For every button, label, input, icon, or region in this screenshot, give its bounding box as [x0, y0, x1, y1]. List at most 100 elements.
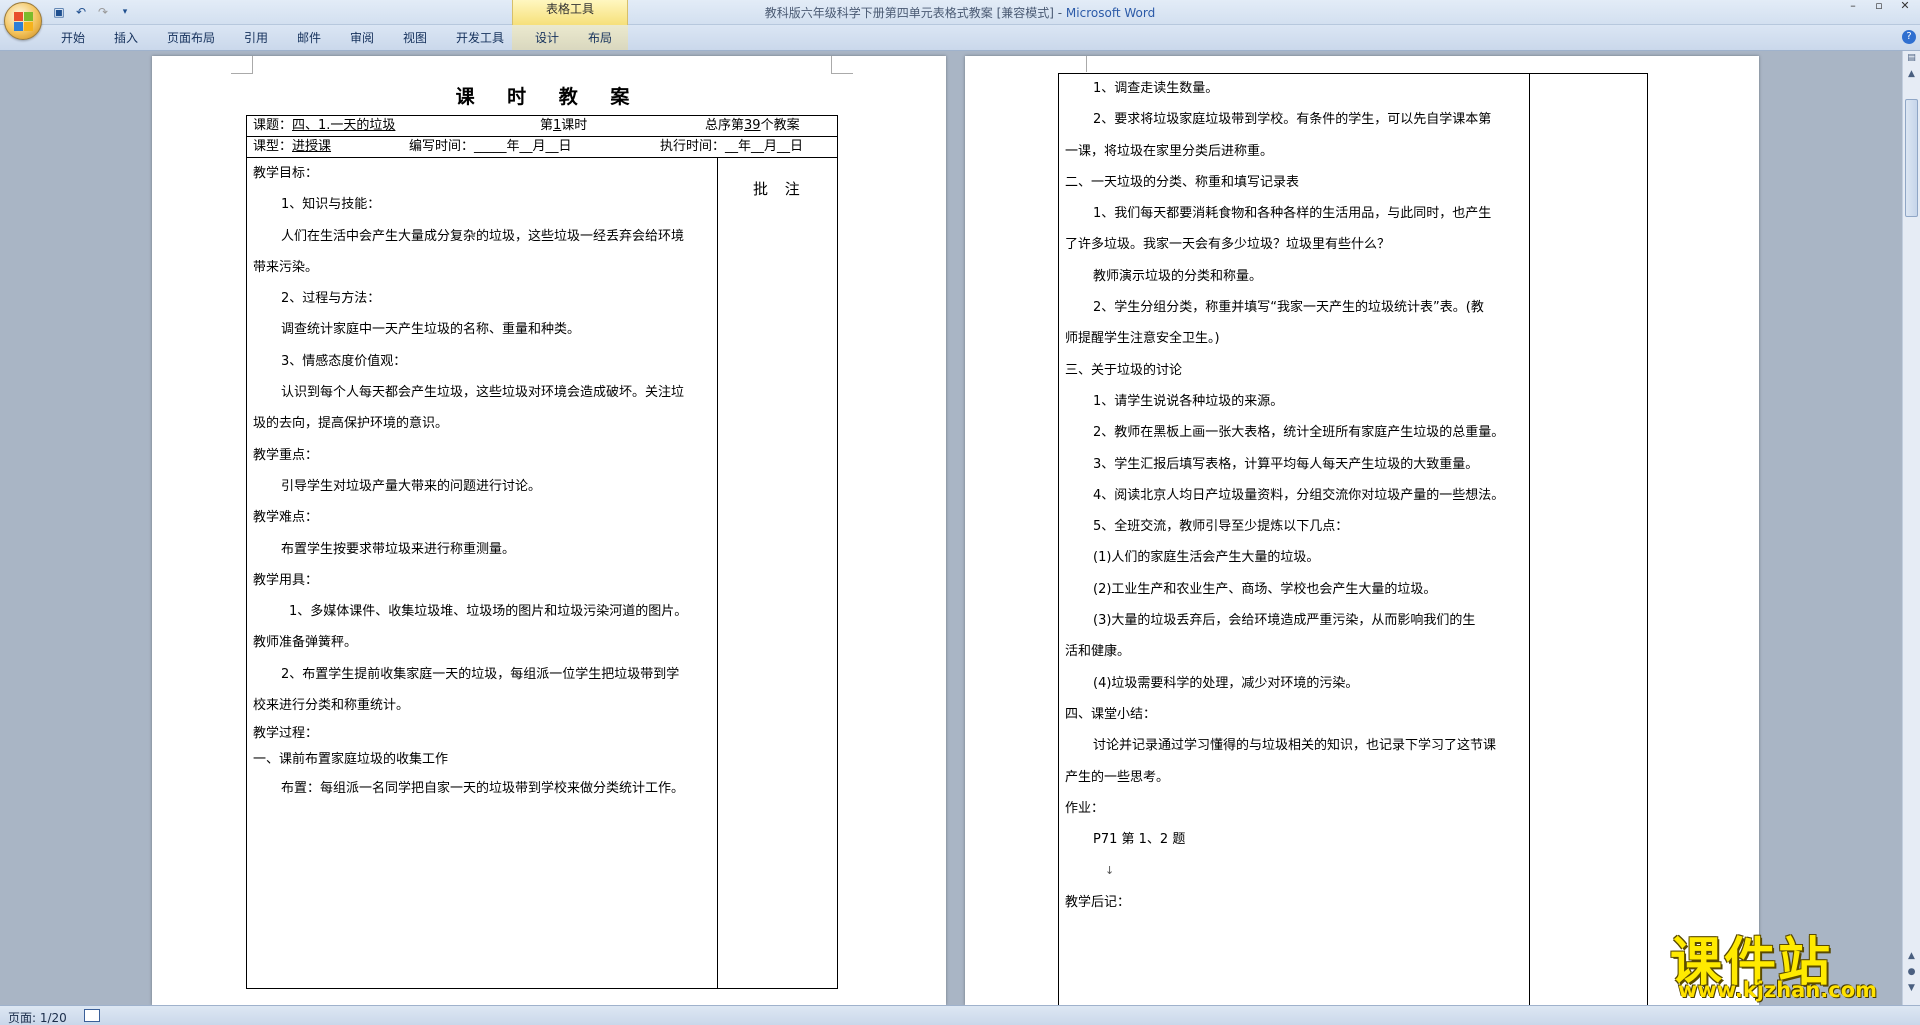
vertical-scrollbar[interactable]: ▤ ▲ ▲ ● ▼ [1902, 51, 1920, 1006]
section-heading: 教学重点： [253, 447, 319, 463]
section-heading: 四、课堂小结： [1065, 706, 1157, 722]
header-type: 课型：进授课 [253, 137, 331, 157]
header-exec-time: 执行时间：__年__月__日 [660, 139, 804, 154]
body-line: 2、要求将垃圾家庭垃圾带到学校。有条件的学生，可以先自学课本第 [1093, 112, 1492, 128]
body-line: 教师演示垃圾的分类和称量。 [1093, 268, 1263, 284]
body-line: 引导学生对垃圾产量大带来的问题进行讨论。 [281, 478, 542, 494]
title-bar: ▣ ↶ ↷ ▾ 表格工具 教科版六年级科学下册第四单元表格式教案 [兼容模式] … [0, 0, 1920, 25]
total-suffix: 个教案 [760, 118, 800, 133]
body-line: 圾的去向，提高保护环境的意识。 [253, 416, 449, 432]
close-icon[interactable]: ✕ [1892, 0, 1918, 14]
document-title: 教科版六年级科学下册第四单元表格式教案 [兼容模式] - [764, 6, 1066, 20]
section-heading: 教学难点： [253, 510, 319, 526]
body-line: 带来污染。 [253, 259, 319, 275]
tab-design[interactable]: 设计 [535, 29, 559, 46]
office-button[interactable] [4, 2, 42, 40]
ruler-toggle-icon[interactable]: ▤ [1905, 53, 1918, 67]
section-heading: 三、关于垃圾的讨论 [1065, 362, 1183, 378]
window-title: 教科版六年级科学下册第四单元表格式教案 [兼容模式] - Microsoft W… [0, 4, 1920, 21]
body-line: 布置：每组派一名同学把自家一天的垃圾带到学校来做分类统计工作。 [281, 781, 685, 797]
body-line: 讨论并记录通过学习懂得的与垃圾相关的知识，也记录下学习了这节课 [1093, 738, 1497, 754]
body-line: 3、学生汇报后填写表格，计算平均每人每天产生垃圾的大致重量。 [1093, 456, 1479, 472]
ribbon-tabs: 开始 插入 页面布局 引用 邮件 审阅 视图 开发工具 设计 布局 ? [0, 25, 1920, 51]
body-line: 2、学生分组分类，称重并填写“我家一天产生的垃圾统计表”表。(教 [1093, 300, 1484, 316]
tab-review[interactable]: 审阅 [350, 29, 374, 46]
scroll-thumb[interactable] [1905, 99, 1918, 217]
header-write-time: 编写时间：_____年__月__日 [409, 139, 572, 154]
body-line: 一课，将垃圾在家里分类后进称重。 [1065, 143, 1274, 159]
body-line: 3、情感态度价值观： [281, 353, 407, 369]
body-line: 2、布置学生提前收集家庭一天的垃圾，每组派一位学生把垃圾带到学 [281, 666, 680, 682]
type-label: 课型： [253, 139, 293, 154]
tab-home[interactable]: 开始 [61, 29, 85, 46]
lesson-prefix: 第 [540, 118, 554, 133]
page-title: 课 时 教 案 [455, 86, 643, 108]
body-line: 5、全班交流，教师引导至少提炼以下几点： [1093, 519, 1349, 535]
body-line: (3)大量的垃圾丢弃后，会给环境造成严重污染，从而影响我们的生 [1093, 613, 1476, 629]
topic-label: 课题： [253, 118, 293, 133]
office-logo-icon [14, 12, 34, 32]
status-bar: 页面: 1/20 [0, 1005, 1920, 1025]
lesson-suffix: 课时 [561, 118, 588, 133]
topic-value: 四、1.一天的垃圾 [292, 118, 396, 133]
body-line: 教师准备弹簧秤。 [253, 635, 358, 651]
help-icon[interactable]: ? [1902, 30, 1916, 44]
tab-references[interactable]: 引用 [244, 29, 268, 46]
section-heading: 教学用具： [253, 572, 319, 588]
body-line: 2、过程与方法： [281, 291, 381, 307]
body-line: 1、知识与技能： [281, 197, 381, 213]
page-count[interactable]: 页面: 1/20 [8, 1009, 67, 1025]
type-value: 进授课 [292, 139, 332, 154]
body-line: 校来进行分类和称重统计。 [253, 698, 410, 714]
proofing-icon[interactable] [84, 1009, 100, 1022]
watermark-url: www.kjzhan.com [1678, 978, 1878, 1002]
site-watermark: 课件站 www.kjzhan.com [1664, 920, 1914, 1002]
body-line: 布置学生按要求带垃圾来进行称重测量。 [281, 541, 516, 557]
tab-page-layout[interactable]: 页面布局 [167, 29, 215, 46]
minimize-icon[interactable]: – [1840, 0, 1866, 14]
section-heading: 教学后记： [1065, 894, 1131, 910]
tab-mailings[interactable]: 邮件 [297, 29, 321, 46]
body-line: 4、阅读北京人均日产垃圾量资料，分组交流你对垃圾产量的一些想法。 [1093, 487, 1505, 503]
header-topic: 课题：四、1.一天的垃圾 [253, 116, 395, 136]
body-line: 1、调查走读生数量。 [1093, 81, 1219, 96]
app-name: Microsoft Word [1065, 6, 1156, 20]
body-line: (2)工业生产和农业生产、商场、学校也会产生大量的垃圾。 [1093, 581, 1437, 597]
document-page-1[interactable]: 课 时 教 案 课题：四、1.一天的垃圾 第1课时 总序第39个教案 课型：进授… [152, 56, 946, 1005]
table-rule [717, 157, 718, 989]
body-line: (1)人们的家庭生活会产生大量的垃圾。 [1093, 550, 1320, 566]
tab-view[interactable]: 视图 [403, 29, 427, 46]
window-controls: – ▫ ✕ [1840, 0, 1918, 14]
document-page-2[interactable]: 1、调查走读生数量。 2、要求将垃圾家庭垃圾带到学校。有条件的学生，可以先自学课… [965, 56, 1759, 1005]
section-heading: 二、一天垃圾的分类、称重和填写记录表 [1065, 174, 1300, 190]
body-line: 一、课前布置家庭垃圾的收集工作 [253, 752, 449, 768]
page2-body[interactable]: 1、调查走读生数量。 2、要求将垃圾家庭垃圾带到学校。有条件的学生，可以先自学课… [1065, 73, 1525, 918]
tab-layout[interactable]: 布局 [588, 29, 612, 46]
tab-developer[interactable]: 开发工具 [456, 29, 504, 46]
total-prefix: 总序第 [705, 118, 745, 133]
body-line: 1、请学生说说各种垃圾的来源。 [1093, 393, 1284, 409]
section-heading: 教学过程： [253, 726, 319, 742]
body-line: 调查统计家庭中一天产生垃圾的名称、重量和种类。 [281, 322, 581, 338]
scroll-up-icon[interactable]: ▲ [1905, 69, 1918, 83]
body-line: 认识到每个人每天都会产生垃圾，这些垃圾对环境会造成破坏。关注垃 [281, 385, 685, 401]
total-number: 39 [744, 118, 761, 133]
crop-mark [831, 56, 853, 74]
table-rule [1529, 73, 1530, 1005]
header-total-no: 总序第39个教案 [705, 116, 800, 136]
section-heading: 教学目标： [253, 166, 319, 181]
body-line: 人们在生活中会产生大量成分复杂的垃圾，这些垃圾一经丢弃会给环境 [281, 228, 685, 244]
body-line: 产生的一些思考。 [1065, 769, 1170, 785]
tab-insert[interactable]: 插入 [114, 29, 138, 46]
crop-mark [231, 56, 253, 74]
page1-body[interactable]: 教学目标： 1、知识与技能： 人们在生活中会产生大量成分复杂的垃圾，这些垃圾一经… [253, 158, 713, 805]
body-line: 1、我们每天都要消耗食物和各种各样的生活用品，与此同时，也产生 [1093, 206, 1492, 222]
body-line: 了许多垃圾。我家一天会有多少垃圾？垃圾里有些什么？ [1065, 237, 1391, 253]
body-line: 2、教师在黑板上画一张大表格，统计全班所有家庭产生垃圾的总重量。 [1093, 425, 1505, 441]
body-line: 师提醒学生注意安全卫生。) [1065, 331, 1220, 347]
body-line: (4)垃圾需要科学的处理，减少对环境的污染。 [1093, 675, 1359, 691]
maximize-icon[interactable]: ▫ [1866, 0, 1892, 14]
annotation-column-label: 批 注 [753, 180, 806, 198]
crop-mark [1065, 56, 1087, 72]
header-lesson-no: 第1课时 [540, 116, 587, 136]
